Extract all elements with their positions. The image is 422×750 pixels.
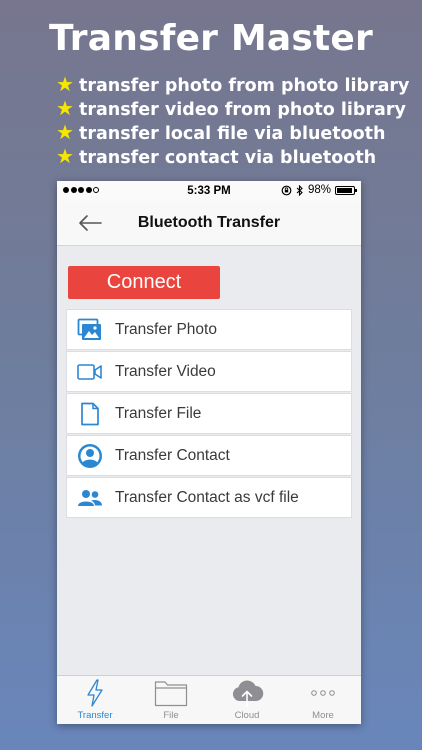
star-icon: ★ — [56, 144, 74, 168]
page-title: Bluetooth Transfer — [137, 214, 281, 231]
status-bar: 5:33 PM 98% — [57, 181, 361, 201]
menu-item-transfer-video[interactable]: Transfer Video — [66, 351, 352, 392]
menu-item-transfer-contact[interactable]: Transfer Contact — [66, 435, 352, 476]
menu-item-label: Transfer Photo — [115, 320, 217, 338]
feature-item: ★ transfer contact via bluetooth — [56, 144, 377, 168]
star-icon: ★ — [56, 72, 74, 96]
photo-icon — [77, 317, 103, 343]
battery-percent: 98% — [307, 184, 331, 196]
menu-item-transfer-file[interactable]: Transfer File — [66, 393, 352, 434]
folder-icon — [154, 681, 188, 707]
star-icon: ★ — [56, 96, 74, 120]
feature-list: ★ transfer photo from photo library ★ tran… — [56, 72, 409, 168]
video-icon — [77, 359, 103, 385]
menu-item-transfer-contact-vcf[interactable]: Transfer Contact as vcf file — [66, 477, 352, 518]
menu-item-label: Transfer Contact — [115, 446, 230, 464]
feature-item: ★ transfer local file via bluetooth — [56, 120, 386, 144]
menu-item-label: Transfer Contact as vcf file — [115, 488, 299, 506]
connect-button[interactable]: Connect — [68, 266, 220, 299]
file-icon — [77, 401, 103, 427]
more-dots-icon — [311, 690, 335, 696]
navigation-bar: Bluetooth Transfer — [57, 201, 361, 246]
transfer-menu: Transfer Photo Transfer Video Transfer F… — [66, 309, 352, 519]
star-icon: ★ — [56, 120, 74, 144]
tab-cloud[interactable]: Cloud — [209, 676, 285, 724]
menu-item-transfer-photo[interactable]: Transfer Photo — [66, 309, 352, 350]
tab-transfer[interactable]: Transfer — [57, 676, 133, 724]
orientation-lock-icon — [281, 185, 292, 195]
phone-screen: 5:33 PM 98% Bluetooth Transfer Connect T… — [57, 181, 361, 724]
tab-more[interactable]: More — [285, 676, 361, 724]
bluetooth-icon — [296, 184, 303, 196]
feature-item: ★ transfer photo from photo library — [56, 72, 410, 96]
group-contacts-icon — [77, 485, 103, 511]
contact-icon — [77, 443, 103, 469]
feature-item: ★ transfer video from photo library — [56, 96, 406, 120]
tab-file[interactable]: File — [133, 676, 209, 724]
lightning-icon — [87, 679, 103, 707]
menu-item-label: Transfer File — [115, 404, 202, 422]
menu-item-label: Transfer Video — [115, 362, 216, 380]
cloud-upload-icon — [232, 680, 264, 707]
promo-title: Transfer Master — [49, 18, 373, 59]
tab-bar: Transfer File Cloud More — [57, 675, 361, 724]
battery-icon — [335, 185, 357, 195]
